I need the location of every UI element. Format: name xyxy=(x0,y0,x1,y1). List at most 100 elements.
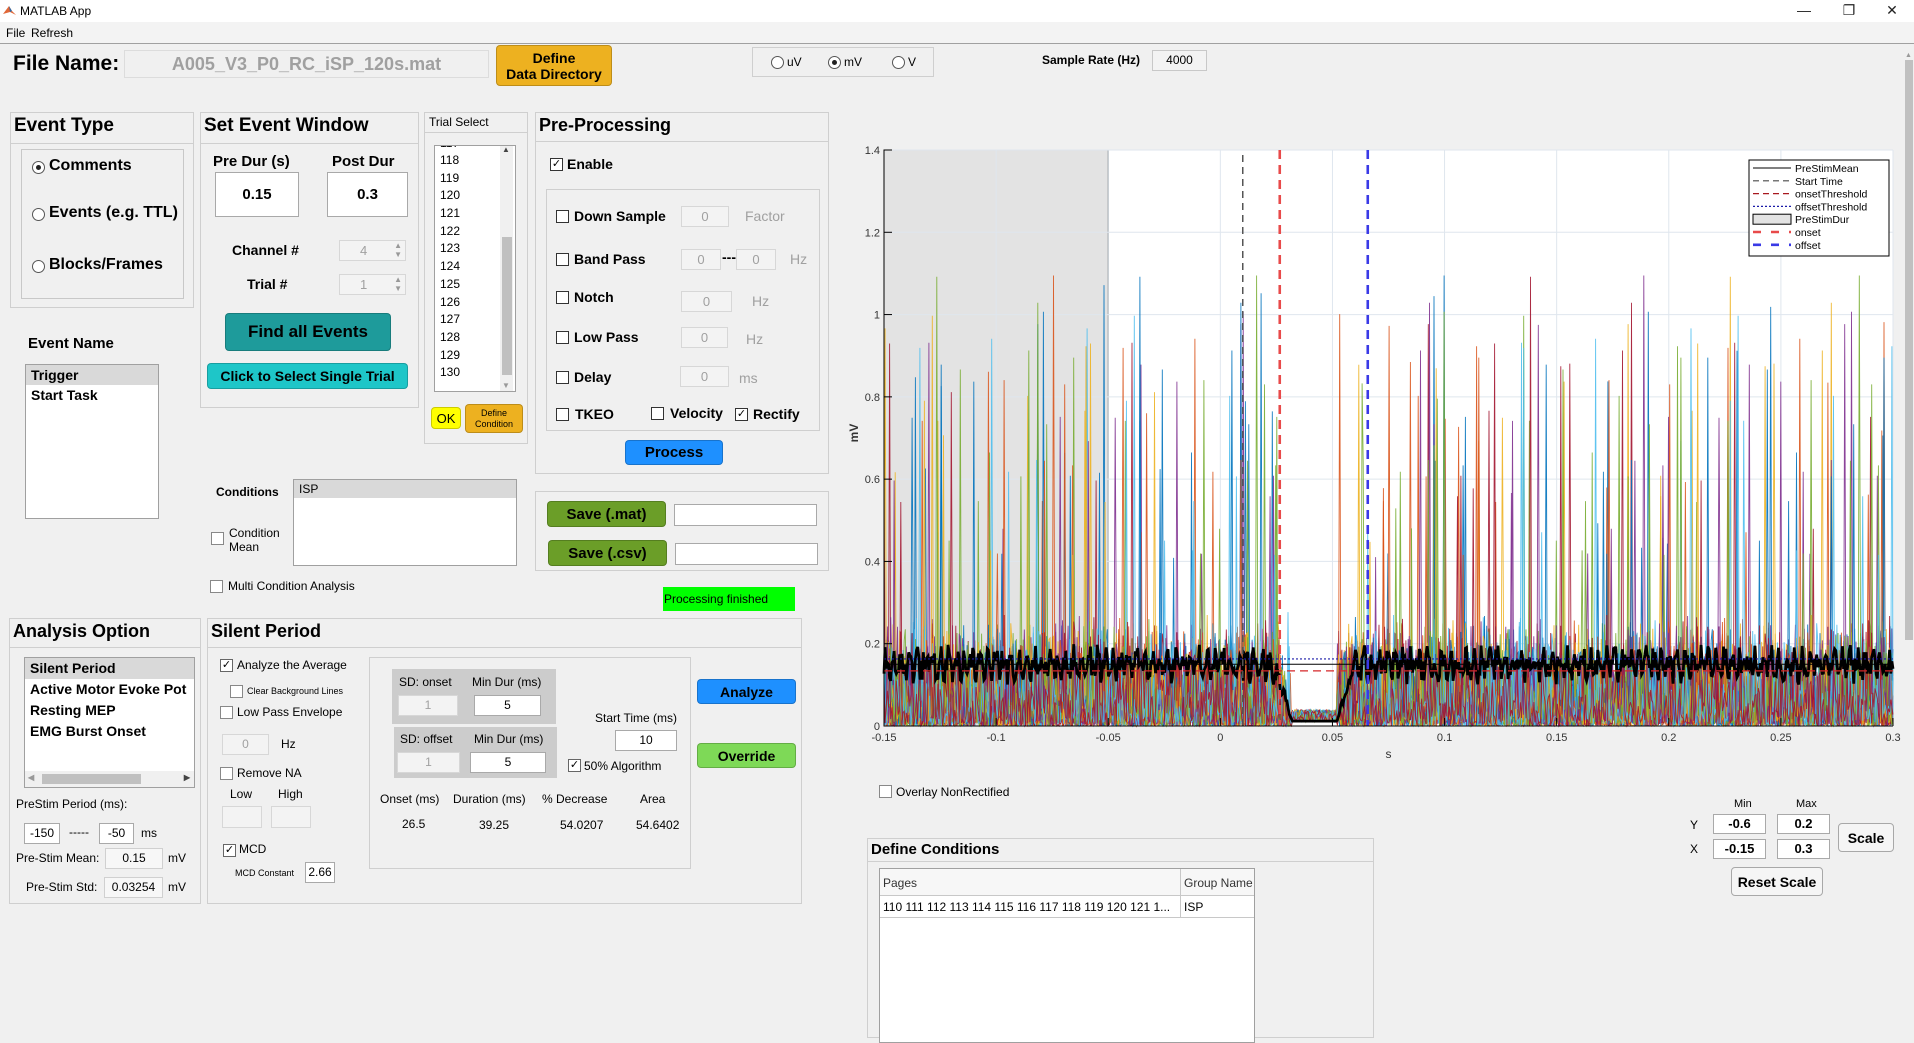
band-pass-high-field[interactable]: 0 xyxy=(736,249,776,270)
condition-mean-checkbox[interactable] xyxy=(211,532,224,545)
lp-envelope-field[interactable]: 0 xyxy=(222,734,269,755)
cell-pages[interactable]: 110 111 112 113 114 115 116 117 118 119 … xyxy=(883,900,1170,914)
na-low-field[interactable] xyxy=(222,806,262,828)
trial-spinner[interactable]: 1 ▲ ▼ xyxy=(339,274,406,295)
scroll-up-icon[interactable]: ▲ xyxy=(502,146,510,154)
condition-item[interactable]: ISP xyxy=(294,480,516,498)
event-name-item[interactable]: Start Task xyxy=(26,385,158,405)
post-dur-field[interactable]: 0.3 xyxy=(327,172,408,217)
radio-comments[interactable] xyxy=(32,161,45,174)
analysis-option-item[interactable]: Resting MEP xyxy=(25,700,194,721)
analyze-average-checkbox[interactable]: ✓ xyxy=(220,659,233,672)
scroll-left-icon[interactable]: ◀ xyxy=(28,773,34,782)
na-high-field[interactable] xyxy=(271,806,311,828)
start-time-field[interactable]: 10 xyxy=(615,730,677,751)
notch-checkbox[interactable] xyxy=(556,291,569,304)
channel-spinner[interactable]: 4 ▲ ▼ xyxy=(339,240,406,261)
delay-checkbox[interactable] xyxy=(556,371,569,384)
radio-blocks-frames[interactable] xyxy=(32,260,45,273)
down-sample-field[interactable]: 0 xyxy=(681,206,729,227)
mcd-constant-field[interactable]: 2.66 xyxy=(305,862,335,883)
clear-bg-checkbox[interactable] xyxy=(230,685,243,698)
spinner-arrows-icon[interactable]: ▲ ▼ xyxy=(394,241,402,259)
select-single-trial-button[interactable]: Click to Select Single Trial xyxy=(207,363,408,389)
conditions-list[interactable]: ISP xyxy=(293,479,517,566)
save-csv-button[interactable]: Save (.csv) xyxy=(548,540,667,566)
trial-ok-button[interactable]: OK xyxy=(431,407,461,429)
velocity-checkbox[interactable] xyxy=(651,407,664,420)
scale-button[interactable]: Scale xyxy=(1838,823,1894,852)
spinner-arrows-icon[interactable]: ▲ ▼ xyxy=(394,275,402,293)
radio-events-ttl[interactable] xyxy=(32,208,45,221)
prestim-to-field[interactable]: -50 xyxy=(99,823,134,844)
down-sample-checkbox[interactable] xyxy=(556,210,569,223)
radio-uv[interactable] xyxy=(771,56,784,69)
save-mat-button[interactable]: Save (.mat) xyxy=(547,501,666,527)
radio-mv[interactable] xyxy=(828,56,841,69)
header-group-name[interactable]: Group Name xyxy=(1184,876,1253,890)
analysis-option-item[interactable]: Silent Period xyxy=(25,658,194,679)
emg-plot[interactable]: 00.20.40.60.811.21.4-0.15 -0.1 -0.05 0 0.05 0… xyxy=(840,130,1905,770)
alg50-checkbox[interactable]: ✓ xyxy=(568,759,581,772)
radio-v[interactable] xyxy=(892,56,905,69)
find-all-events-button[interactable]: Find all Events xyxy=(225,313,391,351)
save-mat-field[interactable] xyxy=(674,504,817,526)
analysis-option-list[interactable]: Silent Period Active Motor Evoke Pot Res… xyxy=(24,657,195,788)
analysis-option-item[interactable]: EMG Burst Onset xyxy=(25,721,194,742)
pre-dur-field[interactable]: 0.15 xyxy=(215,172,299,217)
mcd-checkbox[interactable]: ✓ xyxy=(223,844,236,857)
analyze-button[interactable]: Analyze xyxy=(697,679,796,704)
menu-refresh[interactable]: Refresh xyxy=(31,26,73,40)
low-pass-envelope-checkbox[interactable] xyxy=(220,706,233,719)
analysis-hscrollbar[interactable]: ◀ ▶ xyxy=(25,771,194,787)
notch-field[interactable]: 0 xyxy=(681,291,732,312)
page-scrollbar[interactable]: ▲ xyxy=(1904,52,1914,642)
scroll-down-icon[interactable]: ▼ xyxy=(502,381,510,390)
scroll-right-icon[interactable]: ▶ xyxy=(184,773,190,782)
scrollbar-thumb[interactable] xyxy=(1905,60,1913,640)
trial-list[interactable]: 117 118119120121122123124125126127128129… xyxy=(434,145,516,392)
scrollbar-thumb[interactable] xyxy=(42,774,141,784)
x-max-field[interactable]: 0.3 xyxy=(1777,839,1830,859)
sd-offset-field[interactable]: 1 xyxy=(397,752,460,773)
sample-rate-field[interactable]: 4000 xyxy=(1152,50,1207,71)
define-data-directory-button[interactable]: Define Data Directory xyxy=(496,45,612,86)
save-csv-field[interactable] xyxy=(675,543,818,565)
define-condition-button[interactable]: Define Condition xyxy=(465,404,523,433)
file-name-field[interactable]: A005_V3_P0_RC_iSP_120s.mat xyxy=(124,50,489,78)
overlay-nonrectified-checkbox[interactable] xyxy=(879,785,892,798)
reset-scale-button[interactable]: Reset Scale xyxy=(1731,867,1823,896)
override-button[interactable]: Override xyxy=(697,743,796,768)
table-row[interactable]: 110 111 112 113 114 115 116 117 118 119 … xyxy=(880,896,1254,918)
low-pass-field[interactable]: 0 xyxy=(681,327,728,348)
multi-condition-checkbox[interactable] xyxy=(210,580,223,593)
trial-list-scrollbar[interactable]: ▲ ▼ xyxy=(500,146,513,391)
analysis-option-item[interactable]: Active Motor Evoke Pot xyxy=(25,679,194,700)
y-min-field[interactable]: -0.6 xyxy=(1713,814,1766,834)
band-pass-checkbox[interactable] xyxy=(556,253,569,266)
prestim-from-field[interactable]: -150 xyxy=(24,823,60,844)
menu-file[interactable]: File xyxy=(6,26,25,40)
delay-field[interactable]: 0 xyxy=(680,366,729,387)
restore-button[interactable]: ❐ xyxy=(1827,0,1871,22)
low-pass-checkbox[interactable] xyxy=(556,331,569,344)
close-button[interactable]: ✕ xyxy=(1870,0,1914,22)
enable-checkbox[interactable]: ✓ xyxy=(550,158,563,171)
cell-group-name[interactable]: ISP xyxy=(1184,900,1203,914)
tkeo-checkbox[interactable] xyxy=(556,408,569,421)
x-min-field[interactable]: -0.15 xyxy=(1713,839,1766,859)
min-dur-onset-field[interactable]: 5 xyxy=(474,695,541,716)
sd-onset-field[interactable]: 1 xyxy=(398,695,458,716)
header-pages[interactable]: Pages xyxy=(883,876,917,890)
minimize-button[interactable]: — xyxy=(1782,0,1826,22)
min-dur-offset-field[interactable]: 5 xyxy=(470,752,546,773)
scrollbar-thumb[interactable] xyxy=(502,237,512,375)
scroll-up-icon[interactable]: ▲ xyxy=(1905,52,1912,59)
band-pass-low-field[interactable]: 0 xyxy=(681,249,721,270)
process-button[interactable]: Process xyxy=(625,440,723,465)
remove-na-checkbox[interactable] xyxy=(220,767,233,780)
y-max-field[interactable]: 0.2 xyxy=(1777,814,1830,834)
rectify-checkbox[interactable]: ✓ xyxy=(735,408,748,421)
event-name-item[interactable]: Trigger xyxy=(26,365,158,385)
event-name-list[interactable]: Trigger Start Task xyxy=(25,364,159,519)
